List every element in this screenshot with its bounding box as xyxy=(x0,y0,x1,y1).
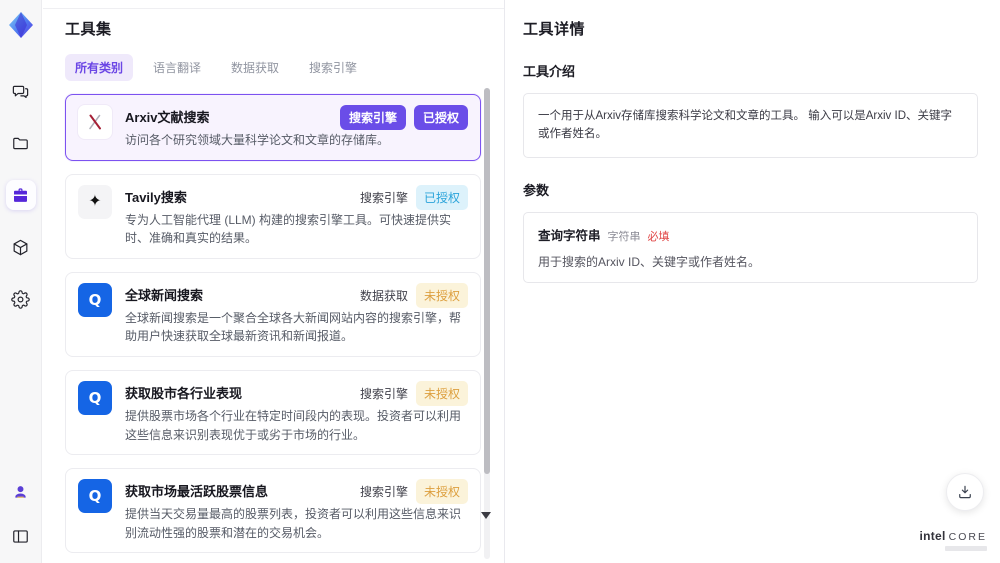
auth-badge: 已授权 xyxy=(413,105,468,130)
app-logo-icon[interactable] xyxy=(6,10,36,40)
detail-title: 工具详情 xyxy=(523,21,586,38)
tool-description: 提供当天交易量最高的股票列表，投资者可以利用这些信息来识别流动性强的股票和潜在的… xyxy=(125,507,462,540)
settings-gear-icon[interactable] xyxy=(6,284,36,314)
category-badge: 搜索引擎 xyxy=(359,190,408,205)
news-search-icon: Q xyxy=(78,282,112,317)
download-button[interactable] xyxy=(946,473,984,511)
param-name: 查询字符串 xyxy=(538,228,601,243)
stock-search-icon: Q xyxy=(78,380,112,415)
package-icon[interactable] xyxy=(6,232,36,262)
page-title: 工具集 xyxy=(65,21,112,38)
logo-sub-mark xyxy=(945,546,987,551)
scrollbar-thumb[interactable] xyxy=(484,88,490,475)
auth-badge: 未授权 xyxy=(415,282,468,308)
app-window: 工具集 所有类别 语言翻译 数据获取 搜索引擎 Arxiv文献搜索 访问各个研究… xyxy=(0,0,1000,563)
tool-card-active-stocks[interactable]: Q 获取市场最活跃股票信息 提供当天交易量最高的股票列表，投资者可以利用这些信息… xyxy=(65,468,481,554)
tool-card-sector-performance[interactable]: Q 获取股市各行业表现 提供股票市场各个行业在特定时间段内的表现。投资者可以利用… xyxy=(65,369,481,456)
tool-list-panel: 工具集 所有类别 语言翻译 数据获取 搜索引擎 Arxiv文献搜索 访问各个研究… xyxy=(43,0,504,563)
param-type: 字符串 xyxy=(607,230,641,243)
tool-card-tavily[interactable]: ✦ Tavily搜索 专为人工智能代理 (LLM) 构建的搜索引擎工具。可快速提… xyxy=(65,173,481,259)
tool-description: 提供股票市场各个行业在特定时间段内的表现。投资者可以利用这些信息来识别表现优于或… xyxy=(125,408,462,442)
tool-detail-panel: 工具详情 工具介绍 一个用于从Arxiv存储库搜索科学论文和文章的工具。 输入可… xyxy=(504,0,1000,563)
toolbox-icon[interactable] xyxy=(5,180,36,210)
auth-badge: 未授权 xyxy=(415,380,468,406)
tool-card-list: Arxiv文献搜索 访问各个研究领域大量科学论文和文章的存储库。 搜索引擎 已授… xyxy=(65,94,481,563)
arxiv-icon xyxy=(78,105,112,139)
tool-card-arxiv[interactable]: Arxiv文献搜索 访问各个研究领域大量科学论文和文章的存储库。 搜索引擎 已授… xyxy=(65,94,481,161)
collapse-panel-icon[interactable] xyxy=(6,521,36,551)
intel-core-logo: intel core xyxy=(919,528,987,551)
tab-language-translation[interactable]: 语言翻译 xyxy=(143,54,211,81)
download-icon xyxy=(959,485,971,499)
tool-description: 全球新闻搜索是一个聚合全球各大新闻网站内容的搜索引擎，帮助用户快速获取全球最新资… xyxy=(125,310,462,344)
tool-description: 访问各个研究领域大量科学论文和文章的存储库。 xyxy=(125,133,390,147)
intro-text-box: 一个用于从Arxiv存储库搜索科学论文和文章的工具。 输入可以是Arxiv ID… xyxy=(523,93,978,158)
category-tabs: 所有类别 语言翻译 数据获取 搜索引擎 xyxy=(65,54,504,81)
intel-wordmark: intel xyxy=(919,528,946,543)
tool-card-global-news[interactable]: Q 全球新闻搜索 全球新闻搜索是一个聚合全球各大新闻网站内容的搜索引擎，帮助用户… xyxy=(65,271,481,357)
user-avatar-icon[interactable] xyxy=(6,477,36,507)
tab-search-engine[interactable]: 搜索引擎 xyxy=(299,54,367,81)
scroll-down-indicator xyxy=(481,512,491,519)
tavily-sparkle-icon: ✦ xyxy=(78,184,112,219)
folder-icon[interactable] xyxy=(6,128,36,158)
tab-all-categories[interactable]: 所有类别 xyxy=(65,54,134,81)
param-item: 查询字符串 字符串 必填 用于搜索的Arxiv ID、关键字或作者姓名。 xyxy=(523,211,978,283)
auth-badge: 已授权 xyxy=(415,184,468,210)
tool-description: 专为人工智能代理 (LLM) 构建的搜索引擎工具。可快速提供实时、准确和真实的结… xyxy=(125,212,452,246)
param-required-flag: 必填 xyxy=(647,230,670,243)
core-wordmark: core xyxy=(948,530,987,543)
category-badge: 搜索引擎 xyxy=(339,105,406,130)
auth-badge: 未授权 xyxy=(415,479,468,505)
rail-nav xyxy=(5,76,36,314)
params-heading: 参数 xyxy=(523,182,550,198)
stock-search-icon: Q xyxy=(78,479,112,514)
category-badge: 搜索引擎 xyxy=(359,386,408,401)
left-rail xyxy=(0,0,42,563)
tab-data-acquisition[interactable]: 数据获取 xyxy=(221,54,289,81)
list-scrollbar[interactable] xyxy=(484,88,490,559)
rail-bottom xyxy=(6,477,36,551)
category-badge: 数据获取 xyxy=(359,288,408,303)
category-badge: 搜索引擎 xyxy=(359,485,408,500)
chat-icon[interactable] xyxy=(6,76,36,106)
param-description: 用于搜索的Arxiv ID、关键字或作者姓名。 xyxy=(538,254,761,269)
intro-heading: 工具介绍 xyxy=(523,64,576,79)
